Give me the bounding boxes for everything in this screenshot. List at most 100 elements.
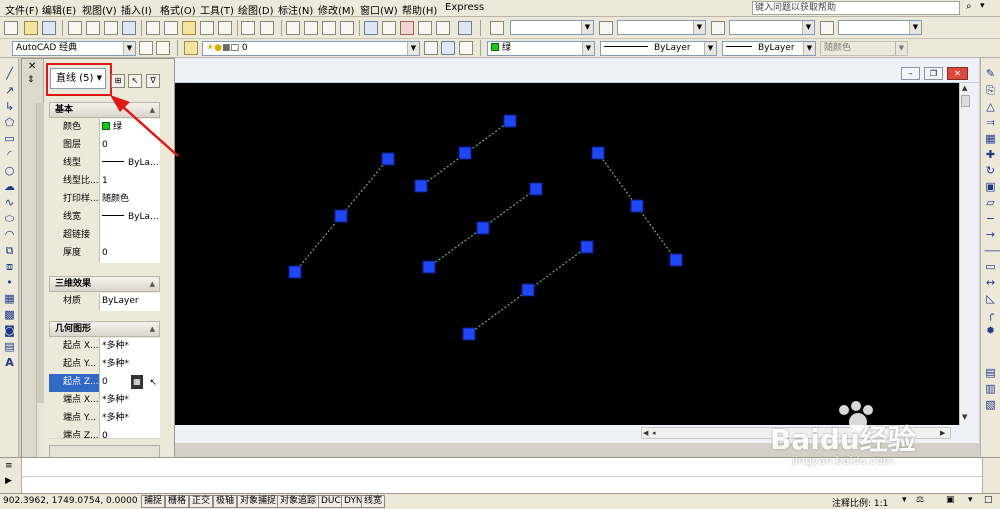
prop-row-lineweight[interactable]: 线宽 ByLa... — [49, 209, 160, 227]
menu-express[interactable]: Express — [445, 2, 484, 13]
break-icon[interactable]: ▭ — [984, 260, 997, 273]
layer-previous-icon[interactable] — [441, 41, 455, 55]
prop-row-hyperlink[interactable]: 超链接 — [49, 227, 160, 245]
zoom-previous-icon[interactable] — [340, 21, 354, 35]
command-scrollbar[interactable] — [982, 458, 1000, 494]
dim-style-combo[interactable]: ▼ — [617, 20, 706, 35]
menu-modify[interactable]: 修改(M) — [318, 2, 354, 17]
help-search-input[interactable]: 键入问题以获取帮助 — [752, 1, 960, 15]
join-icon[interactable]: ↔ — [984, 276, 997, 289]
menu-draw[interactable]: 绘图(D) — [238, 2, 274, 17]
save-icon[interactable] — [42, 21, 56, 35]
minimize-icon[interactable]: – — [901, 67, 920, 80]
extend-icon[interactable]: → — [984, 228, 997, 241]
section-3d-effects[interactable]: 三维效果 ▲ — [49, 276, 160, 292]
polyline-icon[interactable]: ↳ — [3, 100, 16, 113]
grip-line3-mid[interactable] — [476, 221, 490, 235]
tray-settings-icon[interactable]: ▾ — [968, 495, 973, 505]
mirror-icon[interactable]: △ — [984, 100, 997, 113]
restore-icon[interactable]: ❐ — [924, 67, 943, 80]
cut-icon[interactable] — [146, 21, 160, 35]
print-icon[interactable] — [68, 21, 82, 35]
close-icon[interactable]: ✕ — [28, 61, 36, 72]
palette-scrollbar[interactable] — [36, 103, 44, 471]
rotate-icon[interactable]: ↻ — [984, 164, 997, 177]
collapse-icon[interactable]: ▲ — [150, 277, 155, 291]
prop-value[interactable]: 随颜色 — [100, 191, 160, 209]
stretch-icon[interactable]: ▱ — [984, 196, 997, 209]
scroll-left-icon[interactable]: ◂ — [652, 429, 656, 437]
prop-row-end-x[interactable]: 端点 X... *多种* — [49, 392, 160, 410]
annotation-visibility-icon[interactable]: ⚖ — [916, 495, 924, 505]
menu-file[interactable]: 文件(F) — [5, 2, 39, 17]
prop-value[interactable]: ByLa... — [100, 209, 160, 227]
new-file-icon[interactable] — [4, 21, 18, 35]
make-layer-current-icon[interactable] — [424, 41, 438, 55]
grip-line5-mid[interactable] — [630, 199, 644, 213]
annotation-scale[interactable]: 注释比例: 1:1 — [832, 496, 888, 509]
polygon-icon[interactable]: ⬠ — [3, 116, 16, 129]
block-editor-icon[interactable] — [218, 21, 232, 35]
scale-icon[interactable]: ▣ — [984, 180, 997, 193]
layer-state-icon[interactable] — [459, 41, 473, 55]
multiline-text-icon[interactable]: A — [3, 356, 16, 369]
zoom-realtime-icon[interactable] — [304, 21, 318, 35]
model-space-canvas[interactable] — [175, 83, 959, 425]
layer-combo[interactable]: ☀●■□ 0 ▼ — [202, 41, 420, 56]
prop-value-input[interactable]: 0 ▦ ↖ — [100, 374, 160, 392]
prop-value[interactable]: *多种* — [100, 392, 160, 410]
prop-value[interactable]: 0 — [100, 428, 160, 438]
clean-screen-icon[interactable]: □ — [984, 495, 993, 505]
pan-icon[interactable] — [286, 21, 300, 35]
break-at-point-icon[interactable]: ⸺ — [984, 244, 1000, 257]
prop-value[interactable]: *多种* — [100, 356, 160, 374]
gradient-icon[interactable]: ▩ — [3, 308, 16, 321]
prop-row-end-y[interactable]: 端点 Y... *多种* — [49, 410, 160, 428]
pick-point-icon[interactable]: ↖ — [149, 375, 157, 392]
snap-toggle[interactable]: 捕捉 — [141, 495, 166, 508]
prop-row-start-z[interactable]: 起点 Z... 0 ▦ ↖ — [49, 374, 160, 392]
tool-palettes-icon[interactable] — [400, 21, 414, 35]
grip-line2-start[interactable] — [414, 179, 428, 193]
osnap-toggle[interactable]: 对象捕捉 — [237, 495, 280, 508]
prop-row-start-y[interactable]: 起点 Y... *多种* — [49, 356, 160, 374]
grip-line3-end[interactable] — [529, 182, 543, 196]
drawing-vertical-scrollbar[interactable]: ▲ ▼ — [959, 83, 971, 425]
redo-icon[interactable] — [260, 21, 274, 35]
copy-icon[interactable] — [164, 21, 178, 35]
grip-line2-end[interactable] — [503, 114, 517, 128]
circle-icon[interactable]: ○ — [3, 164, 16, 177]
3d-dwf-icon[interactable] — [122, 21, 136, 35]
text-style-combo[interactable]: ▼ — [510, 20, 594, 35]
ortho-toggle[interactable]: 正交 — [189, 495, 214, 508]
make-block-icon[interactable]: ⧈ — [3, 260, 16, 273]
grip-line4-end[interactable] — [580, 240, 594, 254]
command-line-handle[interactable]: ≡ ▶ — [0, 458, 22, 494]
grip-line4-start[interactable] — [462, 327, 476, 341]
hatch-icon[interactable]: ▦ — [3, 292, 16, 305]
color-combo[interactable]: 绿 ▼ — [487, 41, 595, 56]
collapse-icon[interactable]: ▲ — [150, 322, 155, 336]
grip-line1-start[interactable] — [288, 265, 302, 279]
ellipse-icon[interactable]: ⬭ — [3, 212, 16, 225]
dim-style-icon[interactable] — [599, 21, 613, 35]
region-icon[interactable]: ◙ — [3, 324, 16, 337]
print-preview-icon[interactable] — [86, 21, 100, 35]
layer-properties-icon[interactable] — [184, 41, 198, 55]
prop-value[interactable]: 1 — [100, 173, 160, 191]
prop-value[interactable]: *多种* — [100, 410, 160, 428]
auto-hide-icon[interactable]: ⇕ — [27, 75, 35, 85]
grip-line3-start[interactable] — [422, 260, 436, 274]
design-center-icon[interactable] — [382, 21, 396, 35]
prop-value[interactable]: 0 — [100, 245, 160, 263]
grip-line5-start[interactable] — [591, 146, 605, 160]
chevron-down-icon[interactable]: ▾ — [902, 495, 907, 505]
plotstyle-combo[interactable]: 随颜色 ▼ — [820, 41, 908, 56]
search-icon[interactable]: ⌕ — [966, 1, 972, 12]
table-style-icon[interactable] — [711, 21, 725, 35]
send-back-icon[interactable]: ▧ — [984, 398, 997, 411]
prop-row-start-x[interactable]: 起点 X... *多种* — [49, 338, 160, 356]
arc-icon[interactable]: ◜ — [3, 148, 16, 161]
multileader-style-combo[interactable]: ▼ — [838, 20, 922, 35]
workspace-settings-icon[interactable] — [139, 41, 153, 55]
